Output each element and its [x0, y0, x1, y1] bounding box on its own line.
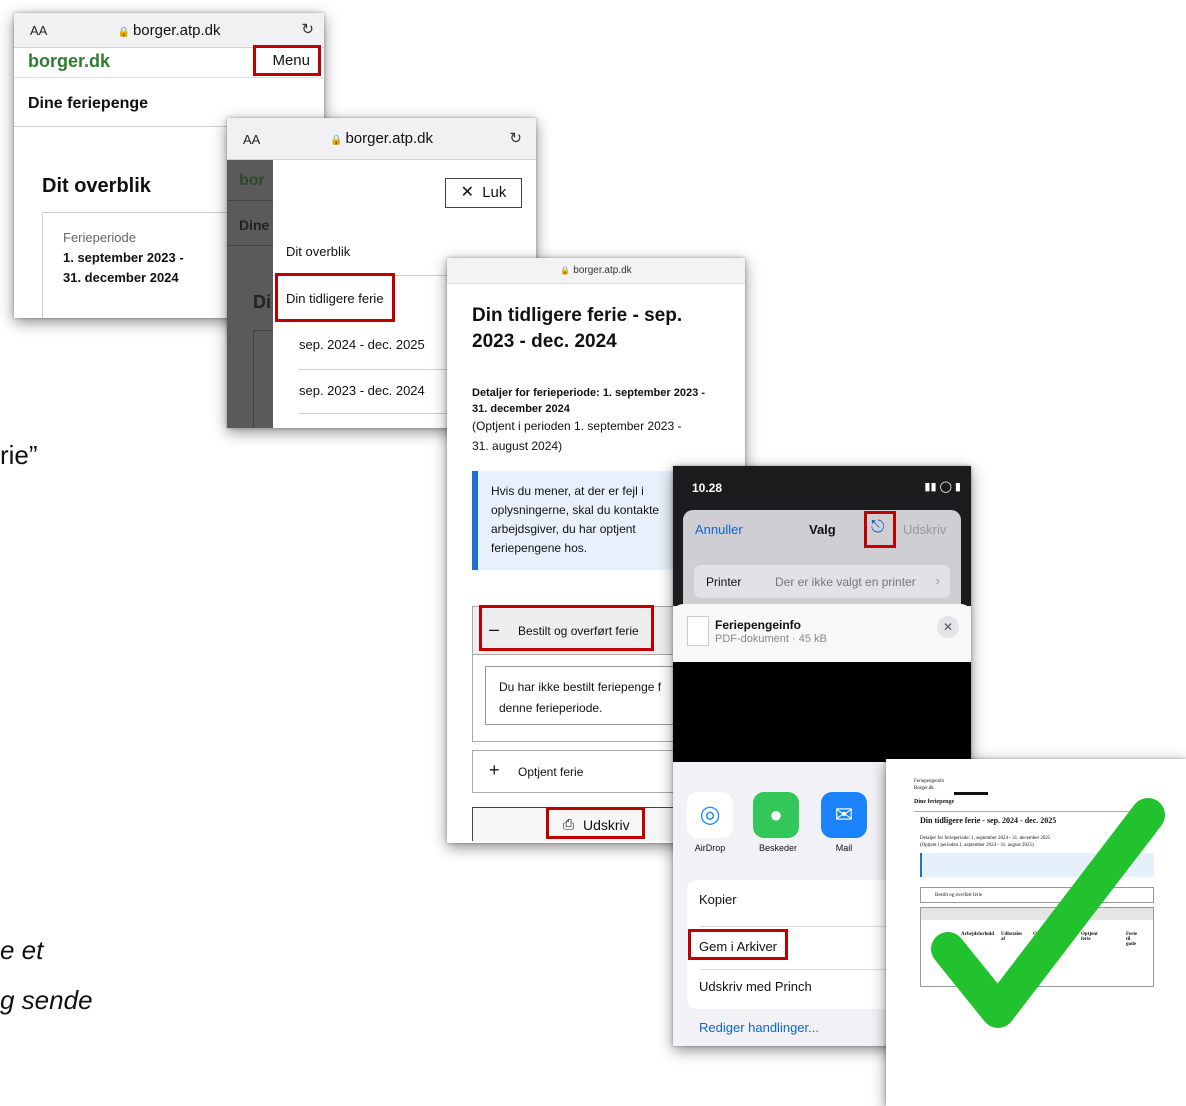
share-header: Feriepengeinfo PDF-dokument · 45 kB ✕: [673, 604, 971, 662]
info-line-3: arbejdsgiver, du har optjent: [491, 522, 636, 536]
mail-icon: ✉: [821, 792, 867, 838]
no-orders-text-1: Du har ikke bestilt feriepenge f: [499, 680, 662, 694]
cancel-button[interactable]: Annuller: [695, 522, 743, 537]
browser-url-bar: AA 🔒 borger.atp.dk ↻: [14, 13, 324, 48]
reload-icon[interactable]: ↻: [509, 129, 522, 147]
pdf-thumbnail: [687, 616, 709, 646]
period-label: Ferieperiode: [63, 230, 136, 245]
close-icon: ✕: [460, 184, 475, 201]
submenu-item-2024[interactable]: sep. 2024 - dec. 2025: [299, 337, 425, 352]
bestilt-highlight: [479, 605, 654, 651]
italic-fragment-2: g sende: [0, 985, 93, 1015]
address-field[interactable]: 🔒 borger.atp.dk: [14, 22, 324, 39]
chevron-right-icon: ›: [935, 573, 940, 588]
edit-actions-link[interactable]: Rediger handlinger...: [699, 1020, 819, 1035]
quote-fragment: rie”: [0, 440, 38, 470]
printer-value: Der er ikke valgt en printer: [775, 575, 916, 589]
submenu-item-2023[interactable]: sep. 2023 - dec. 2024: [299, 383, 425, 398]
gem-i-arkiver-highlight: [688, 929, 788, 960]
print-dialog-card: Annuller Valg ⎋ Udskriv Printer Der er i…: [683, 510, 961, 606]
page-title-line1: Din tidligere ferie - sep.: [472, 305, 683, 326]
print-options-sheet: 10.28 ▮▮ ◯ ▮ Annuller Valg ⎋ Udskriv Pri…: [673, 466, 971, 606]
lock-icon: 🔒: [117, 27, 130, 38]
borger-logo[interactable]: borger.dk: [28, 51, 110, 72]
details-bold-1: Detaljer for ferieperiode: 1. september …: [472, 387, 705, 399]
messages-icon: ●: [753, 792, 799, 838]
page-title-line2: 2023 - dec. 2024: [472, 331, 617, 352]
details-bold-2: 31. december 2024: [472, 403, 570, 415]
period-value-line2: 31. december 2024: [63, 270, 179, 285]
info-line-2: oplysningerne, skal du kontakte: [491, 503, 660, 517]
status-icons: ▮▮ ◯ ▮: [924, 481, 961, 493]
divider: [227, 200, 273, 201]
page-heading: Dit overblik: [42, 175, 151, 197]
share-icon-highlight: [864, 511, 896, 548]
file-meta: PDF-dokument · 45 kB: [715, 633, 827, 645]
section-title: Dine feriepenge: [28, 95, 149, 112]
reload-icon[interactable]: ↻: [301, 20, 314, 38]
app-label: Beskeder: [758, 843, 798, 853]
menu-item-overblik[interactable]: Dit overblik: [286, 244, 350, 259]
app-label: Mail: [835, 843, 853, 853]
details-normal-2: 31. august 2024): [472, 439, 563, 453]
no-orders-text-2: denne ferieperiode.: [499, 701, 603, 715]
close-icon[interactable]: ✕: [937, 616, 959, 638]
airdrop-icon: ◎: [687, 792, 733, 838]
file-name: Feriepengeinfo: [715, 618, 802, 632]
screenshot-pdf-result: Feriepengeinfo Borger.dk Dine feriepenge…: [886, 759, 1186, 1106]
info-line-1: Hvis du mener, at der er fejl i: [491, 484, 644, 498]
url-text: borger.atp.dk: [132, 22, 221, 39]
address-field[interactable]: 🔒 borger.atp.dk: [227, 130, 536, 147]
checkmark-icon: [931, 798, 1165, 1028]
url-text: borger.atp.dk: [573, 265, 632, 276]
close-button[interactable]: ✕ Luk: [445, 178, 522, 208]
print-action[interactable]: Udskriv: [903, 522, 946, 537]
airdrop-app[interactable]: ◎ AirDrop: [687, 792, 733, 853]
dialog-title: Valg: [809, 522, 836, 537]
tidligere-ferie-highlight: [275, 273, 395, 322]
details-normal-1: (Optjent i perioden 1. september 2023 -: [472, 419, 682, 433]
info-line-4: feriepengene hos.: [491, 541, 588, 555]
status-time: 10.28: [692, 481, 723, 495]
close-label: Luk: [482, 184, 507, 201]
dimmed-background: bor Dine Di: [227, 160, 283, 428]
browser-url-bar[interactable]: 🔒 borger.atp.dk: [447, 258, 745, 284]
period-value-line1: 1. september 2023 -: [63, 250, 184, 265]
lock-icon: 🔒: [560, 266, 571, 275]
redacted-preview: [673, 662, 971, 762]
divider: [227, 245, 273, 246]
mail-app[interactable]: ✉ Mail: [821, 792, 867, 853]
printer-label: Printer: [706, 575, 742, 589]
plus-icon: +: [489, 760, 500, 780]
italic-fragment-1: e et: [0, 935, 44, 965]
bg-logo-fragment: bor: [239, 172, 265, 189]
bg-heading-fragment: Di: [253, 292, 271, 312]
lock-icon: 🔒: [329, 135, 343, 146]
printer-row[interactable]: Printer Der er ikke valgt en printer ›: [694, 565, 950, 598]
action-kopier[interactable]: Kopier: [699, 892, 737, 907]
accordion-label: Optjent ferie: [518, 765, 584, 779]
menu-highlight: [253, 45, 321, 76]
browser-url-bar: AA 🔒 borger.atp.dk ↻: [227, 118, 536, 160]
bg-section-fragment: Dine: [239, 217, 270, 233]
app-label: AirDrop: [694, 843, 726, 853]
messages-app[interactable]: ● Beskeder: [753, 792, 803, 853]
action-udskriv-princh[interactable]: Udskriv med Princh: [699, 979, 812, 994]
udskriv-highlight: [546, 807, 645, 839]
url-text: borger.atp.dk: [345, 130, 433, 147]
